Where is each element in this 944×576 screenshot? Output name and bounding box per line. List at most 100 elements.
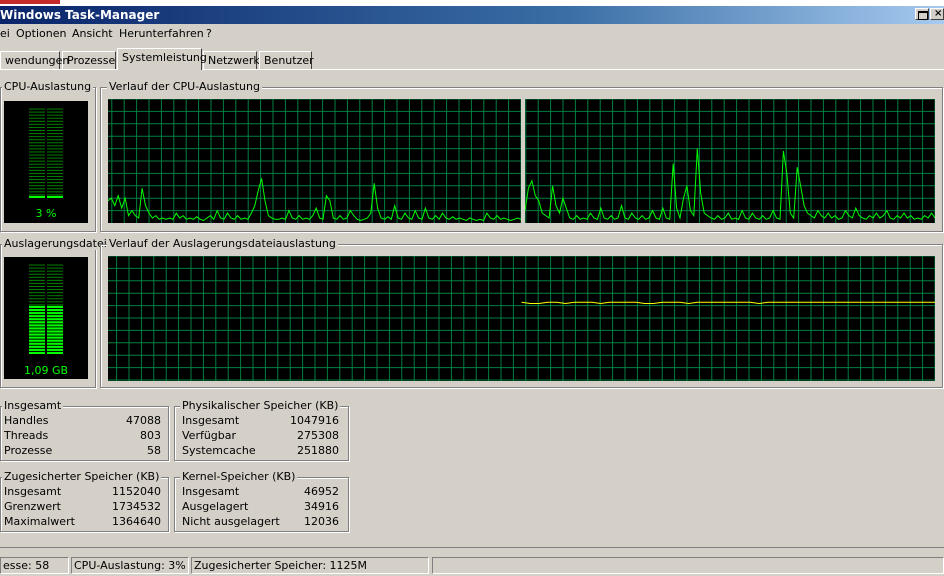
page-file-meter-segment-right (47, 336, 63, 339)
page-file-meter-segment-left (29, 292, 45, 294)
cpu-meter-segment-left (29, 195, 45, 198)
page-file-meter-segment-right (47, 305, 63, 308)
cpu-meter-segment-left (29, 185, 45, 187)
status-cpu: CPU-Auslastung: 3% (71, 557, 189, 574)
page-file-meter-segment-left (29, 273, 45, 275)
menu-file[interactable]: ei (0, 27, 10, 40)
page-file-meter-segment-right (47, 327, 63, 330)
page-file-meter-segment-left (29, 321, 45, 324)
page-file-meter-segment-right (47, 295, 63, 297)
physical-memory-key: Systemcache (182, 444, 256, 457)
cpu-meter-segment-left (29, 176, 45, 177)
page-file-meter-segment-right (47, 301, 63, 303)
cpu-meter-segment-right (47, 123, 63, 125)
tab-users[interactable]: Benutzer (259, 51, 314, 69)
cpu-meter-segment-left (29, 172, 45, 174)
menu-shutdown[interactable]: Herunterfahren (119, 27, 204, 40)
page-file-meter-segment-right (47, 324, 63, 327)
tab-network[interactable]: Netzwerk (203, 51, 260, 69)
cpu-meter-segment-left (29, 142, 45, 144)
menu-view[interactable]: Ansicht (72, 27, 113, 40)
page-file-meter-segment-left (29, 336, 45, 339)
page-file-meter-segment-right (47, 351, 63, 354)
cpu-meter-segment-left (29, 188, 45, 190)
page-file-meter-segment-left (29, 315, 45, 318)
page-file-history-label: Verlauf der Auslagerungsdateiauslastung (107, 237, 338, 250)
page-file-history-graph (108, 256, 935, 381)
status-empty (432, 557, 944, 574)
cpu-meter-segment-right (47, 151, 63, 153)
page-file-meter-segment-right (47, 279, 63, 281)
page-file-meter-segment-right (47, 267, 63, 269)
page-file-meter-segment-left (29, 333, 45, 336)
cpu-core-1-graph (108, 99, 521, 223)
page-file-meter-segment-right (47, 309, 63, 312)
cpu-meter-segment-left (29, 154, 45, 156)
physical-memory-label: Physikalischer Speicher (KB) (180, 399, 341, 412)
totals-value: 58 (147, 444, 161, 457)
page-file-meter-segment-left (29, 276, 45, 278)
cpu-meter-segment-left (29, 126, 45, 128)
page-file-meter-segment-left (29, 330, 45, 333)
cpu-meter-segment-right (47, 108, 63, 110)
cpu-meter-segment-right (47, 148, 63, 150)
tab-strip: wendungen Prozesse Systemleistung Netzwe… (0, 48, 944, 70)
cpu-meter-segment-right (47, 169, 63, 171)
kernel-memory-key: Nicht ausgelagert (182, 515, 280, 528)
kernel-memory-value: 46952 (304, 485, 339, 498)
menu-bar: ei Optionen Ansicht Herunterfahren ? (0, 25, 944, 43)
cpu-meter-segment-left (29, 182, 45, 184)
close-button[interactable]: × (930, 8, 944, 20)
cpu-meter-segment-left (29, 108, 45, 110)
physical-memory-value: 275308 (297, 429, 339, 442)
page-file-meter-segment-left (29, 348, 45, 351)
page-file-meter-segment-left (29, 298, 45, 300)
totals-key: Threads (4, 429, 49, 442)
kernel-memory-label: Kernel-Speicher (KB) (180, 470, 298, 483)
cpu-meter-segment-right (47, 176, 63, 177)
page-file-meter-segment-right (47, 264, 63, 266)
commit-charge-value: 1152040 (112, 485, 161, 498)
page-file-meter-segment-left (29, 267, 45, 269)
cpu-meter-segment-left (29, 123, 45, 125)
page-file-meter-segment-right (47, 315, 63, 318)
cpu-usage-meter: 3 % (4, 101, 88, 223)
menu-options[interactable]: Optionen (16, 27, 66, 40)
page-file-meter-segment-left (29, 279, 45, 281)
cpu-core-2-graph (525, 99, 935, 223)
commit-charge-key: Insgesamt (4, 485, 62, 498)
cpu-meter-segment-left (29, 117, 45, 119)
cpu-meter-segment-right (47, 111, 63, 113)
cpu-meter-segment-right (47, 163, 63, 165)
cpu-meter-segment-left (29, 136, 45, 138)
totals-key: Prozesse (4, 444, 53, 457)
tab-performance[interactable]: Systemleistung (117, 48, 207, 70)
cpu-meter-segment-right (47, 194, 63, 196)
cpu-meter-segment-right (47, 145, 63, 147)
page-file-meter-segment-right (47, 339, 63, 342)
page-file-meter-segment-left (29, 312, 45, 315)
page-file-meter-segment-left (29, 339, 45, 342)
cpu-meter-segment-right (47, 160, 63, 162)
cpu-meter-segment-right (47, 120, 63, 122)
tab-applications[interactable]: wendungen (0, 51, 69, 69)
status-bar: esse: 58 CPU-Auslastung: 3% Zugesicherte… (0, 555, 944, 576)
tab-processes[interactable]: Prozesse (62, 51, 116, 69)
page-file-meter-segment-left (29, 286, 45, 287)
cpu-meter-segment-left (29, 163, 45, 165)
maximize-button[interactable] (915, 8, 929, 20)
page-file-meter-segment-right (47, 312, 63, 315)
window-title: Windows Task-Manager (0, 8, 160, 22)
menu-help[interactable]: ? (206, 27, 212, 40)
page-file-meter-segment-left (29, 289, 45, 291)
page-file-meter-segment-right (47, 286, 63, 287)
cpu-meter-segment-right (47, 126, 63, 128)
title-bar[interactable]: Windows Task-Manager (0, 6, 944, 24)
page-file-meter-segment-left (29, 264, 45, 266)
kernel-memory-key: Insgesamt (182, 485, 240, 498)
page-file-value: 1,09 GB (23, 364, 69, 377)
page-file-meter-segment-right (47, 273, 63, 275)
cpu-meter-segment-right (47, 179, 63, 181)
cpu-meter-segment-left (29, 179, 45, 181)
page-file-meter-segment-right (47, 270, 63, 272)
